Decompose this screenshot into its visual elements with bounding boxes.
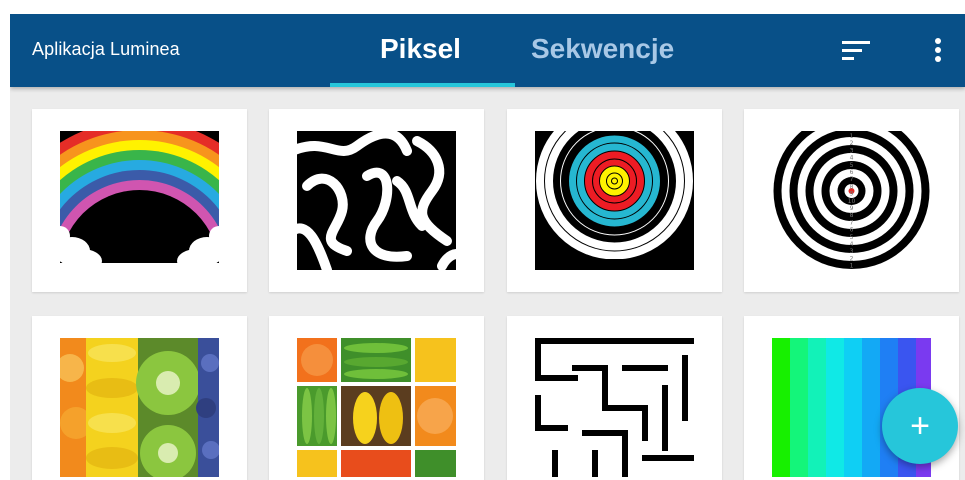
dartboard-number: 2 — [850, 255, 854, 262]
tab-sekwencje[interactable]: Sekwencje — [531, 33, 674, 65]
dartboard-thumbnail: 1 2 3 4 5 6 7 8 9 10 9 8 7 6 5 4 3 2 1 — [772, 131, 931, 270]
maze-swirl-thumbnail — [297, 131, 456, 270]
dartboard-number: 9 — [850, 205, 854, 212]
fruit-strips-thumbnail — [60, 338, 219, 477]
grid-item-maze-swirl[interactable] — [269, 109, 484, 292]
dartboard-number: 2 — [850, 140, 854, 147]
grid-item-maze-lines[interactable] — [507, 316, 722, 480]
dartboard-number: 1 — [850, 133, 854, 140]
grid-item-rainbow[interactable] — [32, 109, 247, 292]
rainbow-thumbnail — [60, 131, 219, 270]
dartboard-number: 6 — [850, 227, 854, 234]
fruit-grid-thumbnail — [297, 338, 456, 477]
grid-item-dartboard[interactable]: 1 2 3 4 5 6 7 8 9 10 9 8 7 6 5 4 3 2 1 — [744, 109, 959, 292]
dartboard-number: 7 — [850, 176, 854, 183]
app-title: Aplikacja Luminea — [32, 39, 180, 59]
app-bar: Aplikacja Luminea Piksel Sekwencje — [10, 14, 965, 87]
app-screen: Aplikacja Luminea Piksel Sekwencje 1 2 3… — [10, 14, 965, 480]
active-tab-indicator — [330, 83, 515, 87]
dartboard-number: 3 — [850, 147, 854, 154]
add-fab-button[interactable]: + — [882, 388, 958, 464]
dartboard-number: 1 — [850, 263, 854, 270]
dartboard-number: 10 — [848, 198, 856, 205]
grid-item-fruit-grid[interactable] — [269, 316, 484, 480]
dartboard-number: 7 — [850, 219, 854, 226]
dartboard-number: 3 — [850, 248, 854, 255]
grid-item-archery-target[interactable] — [507, 109, 722, 292]
dartboard-number: 5 — [850, 162, 854, 169]
dartboard-number: 6 — [850, 169, 854, 176]
tab-piksel[interactable]: Piksel — [380, 33, 461, 65]
dartboard-number: 4 — [850, 241, 854, 248]
dartboard-number: 8 — [850, 183, 854, 190]
maze-lines-thumbnail — [535, 338, 694, 477]
sort-icon[interactable] — [842, 41, 870, 63]
dartboard-number: 8 — [850, 212, 854, 219]
more-vert-icon[interactable] — [932, 38, 944, 66]
archery-target-thumbnail — [535, 131, 694, 270]
dartboard-number: 5 — [850, 234, 854, 241]
dartboard-number: 9 — [850, 191, 854, 198]
dartboard-number: 4 — [850, 155, 854, 162]
grid-item-fruit-strips[interactable] — [32, 316, 247, 480]
